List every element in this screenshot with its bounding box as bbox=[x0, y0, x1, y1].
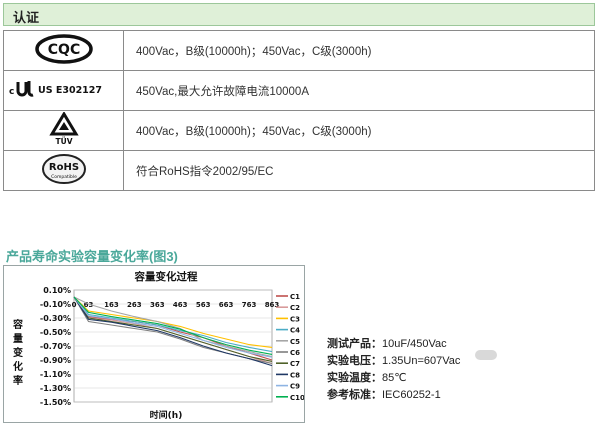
info-value: IEC60252-1 bbox=[382, 389, 441, 401]
legend-label: C8 bbox=[290, 371, 300, 379]
cert-text-tuv: 400Vac，B级(10000h)；450Vac，C级(3000h) bbox=[123, 110, 595, 151]
y-tick-label: -1.30% bbox=[40, 384, 71, 393]
cqc-logo-icon: CQC bbox=[34, 34, 93, 64]
x-tick-label: 763 bbox=[242, 301, 257, 309]
y-axis-label-char: 化 bbox=[13, 360, 23, 373]
chart-x-axis-label: 时间(h) bbox=[150, 409, 183, 421]
x-tick-label: 563 bbox=[196, 301, 211, 309]
rohs-logo-subtext: Compatible bbox=[51, 174, 77, 180]
y-tick-label: -1.10% bbox=[40, 370, 71, 379]
legend-label: C10 bbox=[290, 394, 304, 402]
y-axis-label-char: 率 bbox=[13, 374, 23, 387]
info-value: 85℃ bbox=[382, 372, 407, 384]
tuv-logo-cell: TÜV bbox=[3, 110, 124, 151]
table-row: c US E302127 450Vac,最大允许故障电流10000A bbox=[3, 70, 595, 111]
table-row: CQC 400Vac，B级(10000h)；450Vac，C级(3000h) bbox=[3, 30, 595, 71]
legend-label: C6 bbox=[290, 349, 300, 357]
y-tick-label: 0.10% bbox=[43, 286, 71, 295]
certification-table: CQC 400Vac，B级(10000h)；450Vac，C级(3000h) c… bbox=[3, 30, 595, 191]
info-row-standard: 参考标准：IEC60252-1 bbox=[327, 387, 460, 404]
info-row-voltage: 实验电压：1.35Un=607Vac bbox=[327, 353, 460, 370]
chart-title: 容量变化过程 bbox=[134, 270, 198, 283]
certification-title: 认证 bbox=[13, 10, 40, 25]
ul-c-mark: c bbox=[9, 87, 14, 97]
x-tick-label: 163 bbox=[104, 301, 119, 309]
info-label: 测试产品： bbox=[327, 338, 382, 350]
x-tick-label: 463 bbox=[173, 301, 188, 309]
cqc-logo-cell: CQC bbox=[3, 30, 124, 71]
y-axis-label-char: 变 bbox=[13, 346, 23, 359]
legend-label: C9 bbox=[290, 383, 300, 391]
y-tick-label: -0.90% bbox=[40, 356, 71, 365]
test-info: 测试产品：10uF/450Vac 实验电压：1.35Un=607Vac 实验温度… bbox=[327, 336, 460, 404]
legend-label: C2 bbox=[290, 304, 300, 312]
legend-label: C4 bbox=[290, 327, 300, 335]
y-axis-label-char: 容 bbox=[12, 318, 23, 331]
chart-legend: C1 C2 C3 C4 C5 C6 C7 C8 C9 C10 bbox=[276, 293, 304, 402]
info-label: 实验温度： bbox=[327, 372, 382, 384]
chart-y-ticks: 0.10% -0.10% -0.30% -0.50% -0.70% -0.90% -1.10… bbox=[40, 286, 71, 407]
x-tick-label: 0 bbox=[72, 301, 77, 309]
info-label: 实验电压： bbox=[327, 355, 382, 367]
smudge-mark bbox=[475, 350, 497, 360]
info-label: 参考标准： bbox=[327, 389, 382, 401]
ul-logo-icon: c US E302127 bbox=[9, 81, 102, 97]
x-tick-label: 263 bbox=[127, 301, 142, 309]
tuv-logo-text: TÜV bbox=[55, 137, 72, 146]
rohs-logo-icon: RoHS Compatible bbox=[41, 154, 86, 184]
legend-label: C1 bbox=[290, 293, 300, 301]
y-tick-label: -0.10% bbox=[40, 300, 71, 309]
info-row-temperature: 实验温度：85℃ bbox=[327, 370, 460, 387]
certification-header: 认证 bbox=[3, 3, 595, 26]
y-tick-label: -0.50% bbox=[40, 328, 71, 337]
x-tick-label: 663 bbox=[219, 301, 234, 309]
cert-text-rohs: 符合RoHS指令2002/95/EC bbox=[123, 150, 595, 191]
capacitance-change-chart: 容量变化过程 时间(h) 容量变化率 0.10% -0.10% -0.30% -0.5… bbox=[3, 265, 305, 423]
info-value: 10uF/450Vac bbox=[382, 338, 447, 350]
ul-logo-text: US E302127 bbox=[38, 85, 102, 96]
legend-label: C7 bbox=[290, 360, 300, 368]
cert-text-ul: 450Vac,最大允许故障电流10000A bbox=[123, 70, 595, 111]
info-value: 1.35Un=607Vac bbox=[382, 355, 461, 367]
y-tick-label: -0.30% bbox=[40, 314, 71, 323]
ul-logo-cell: c US E302127 bbox=[3, 70, 124, 111]
chart-svg: 容量变化过程 时间(h) 容量变化率 0.10% -0.10% -0.30% -0.5… bbox=[12, 270, 304, 421]
table-row: TÜV 400Vac，B级(10000h)；450Vac，C级(3000h) bbox=[3, 110, 595, 151]
cqc-logo-text: CQC bbox=[47, 42, 79, 58]
cert-text-cqc: 400Vac，B级(10000h)；450Vac，C级(3000h) bbox=[123, 30, 595, 71]
table-row: RoHS Compatible 符合RoHS指令2002/95/EC bbox=[3, 150, 595, 191]
x-tick-label: 363 bbox=[150, 301, 165, 309]
section-title: 产品寿命实验容量变化率(图3) bbox=[6, 249, 178, 264]
rohs-logo-text: RoHS bbox=[48, 162, 78, 173]
y-axis-label-char: 量 bbox=[13, 332, 23, 345]
info-row-product: 测试产品：10uF/450Vac bbox=[327, 336, 460, 353]
legend-label: C5 bbox=[290, 338, 300, 346]
y-tick-label: -1.50% bbox=[40, 398, 71, 407]
y-tick-label: -0.70% bbox=[40, 342, 71, 351]
rohs-logo-cell: RoHS Compatible bbox=[3, 150, 124, 191]
tuv-logo-icon: TÜV bbox=[48, 111, 79, 146]
chart-y-axis-label: 容量变化率 bbox=[12, 318, 23, 387]
legend-label: C3 bbox=[290, 315, 300, 323]
